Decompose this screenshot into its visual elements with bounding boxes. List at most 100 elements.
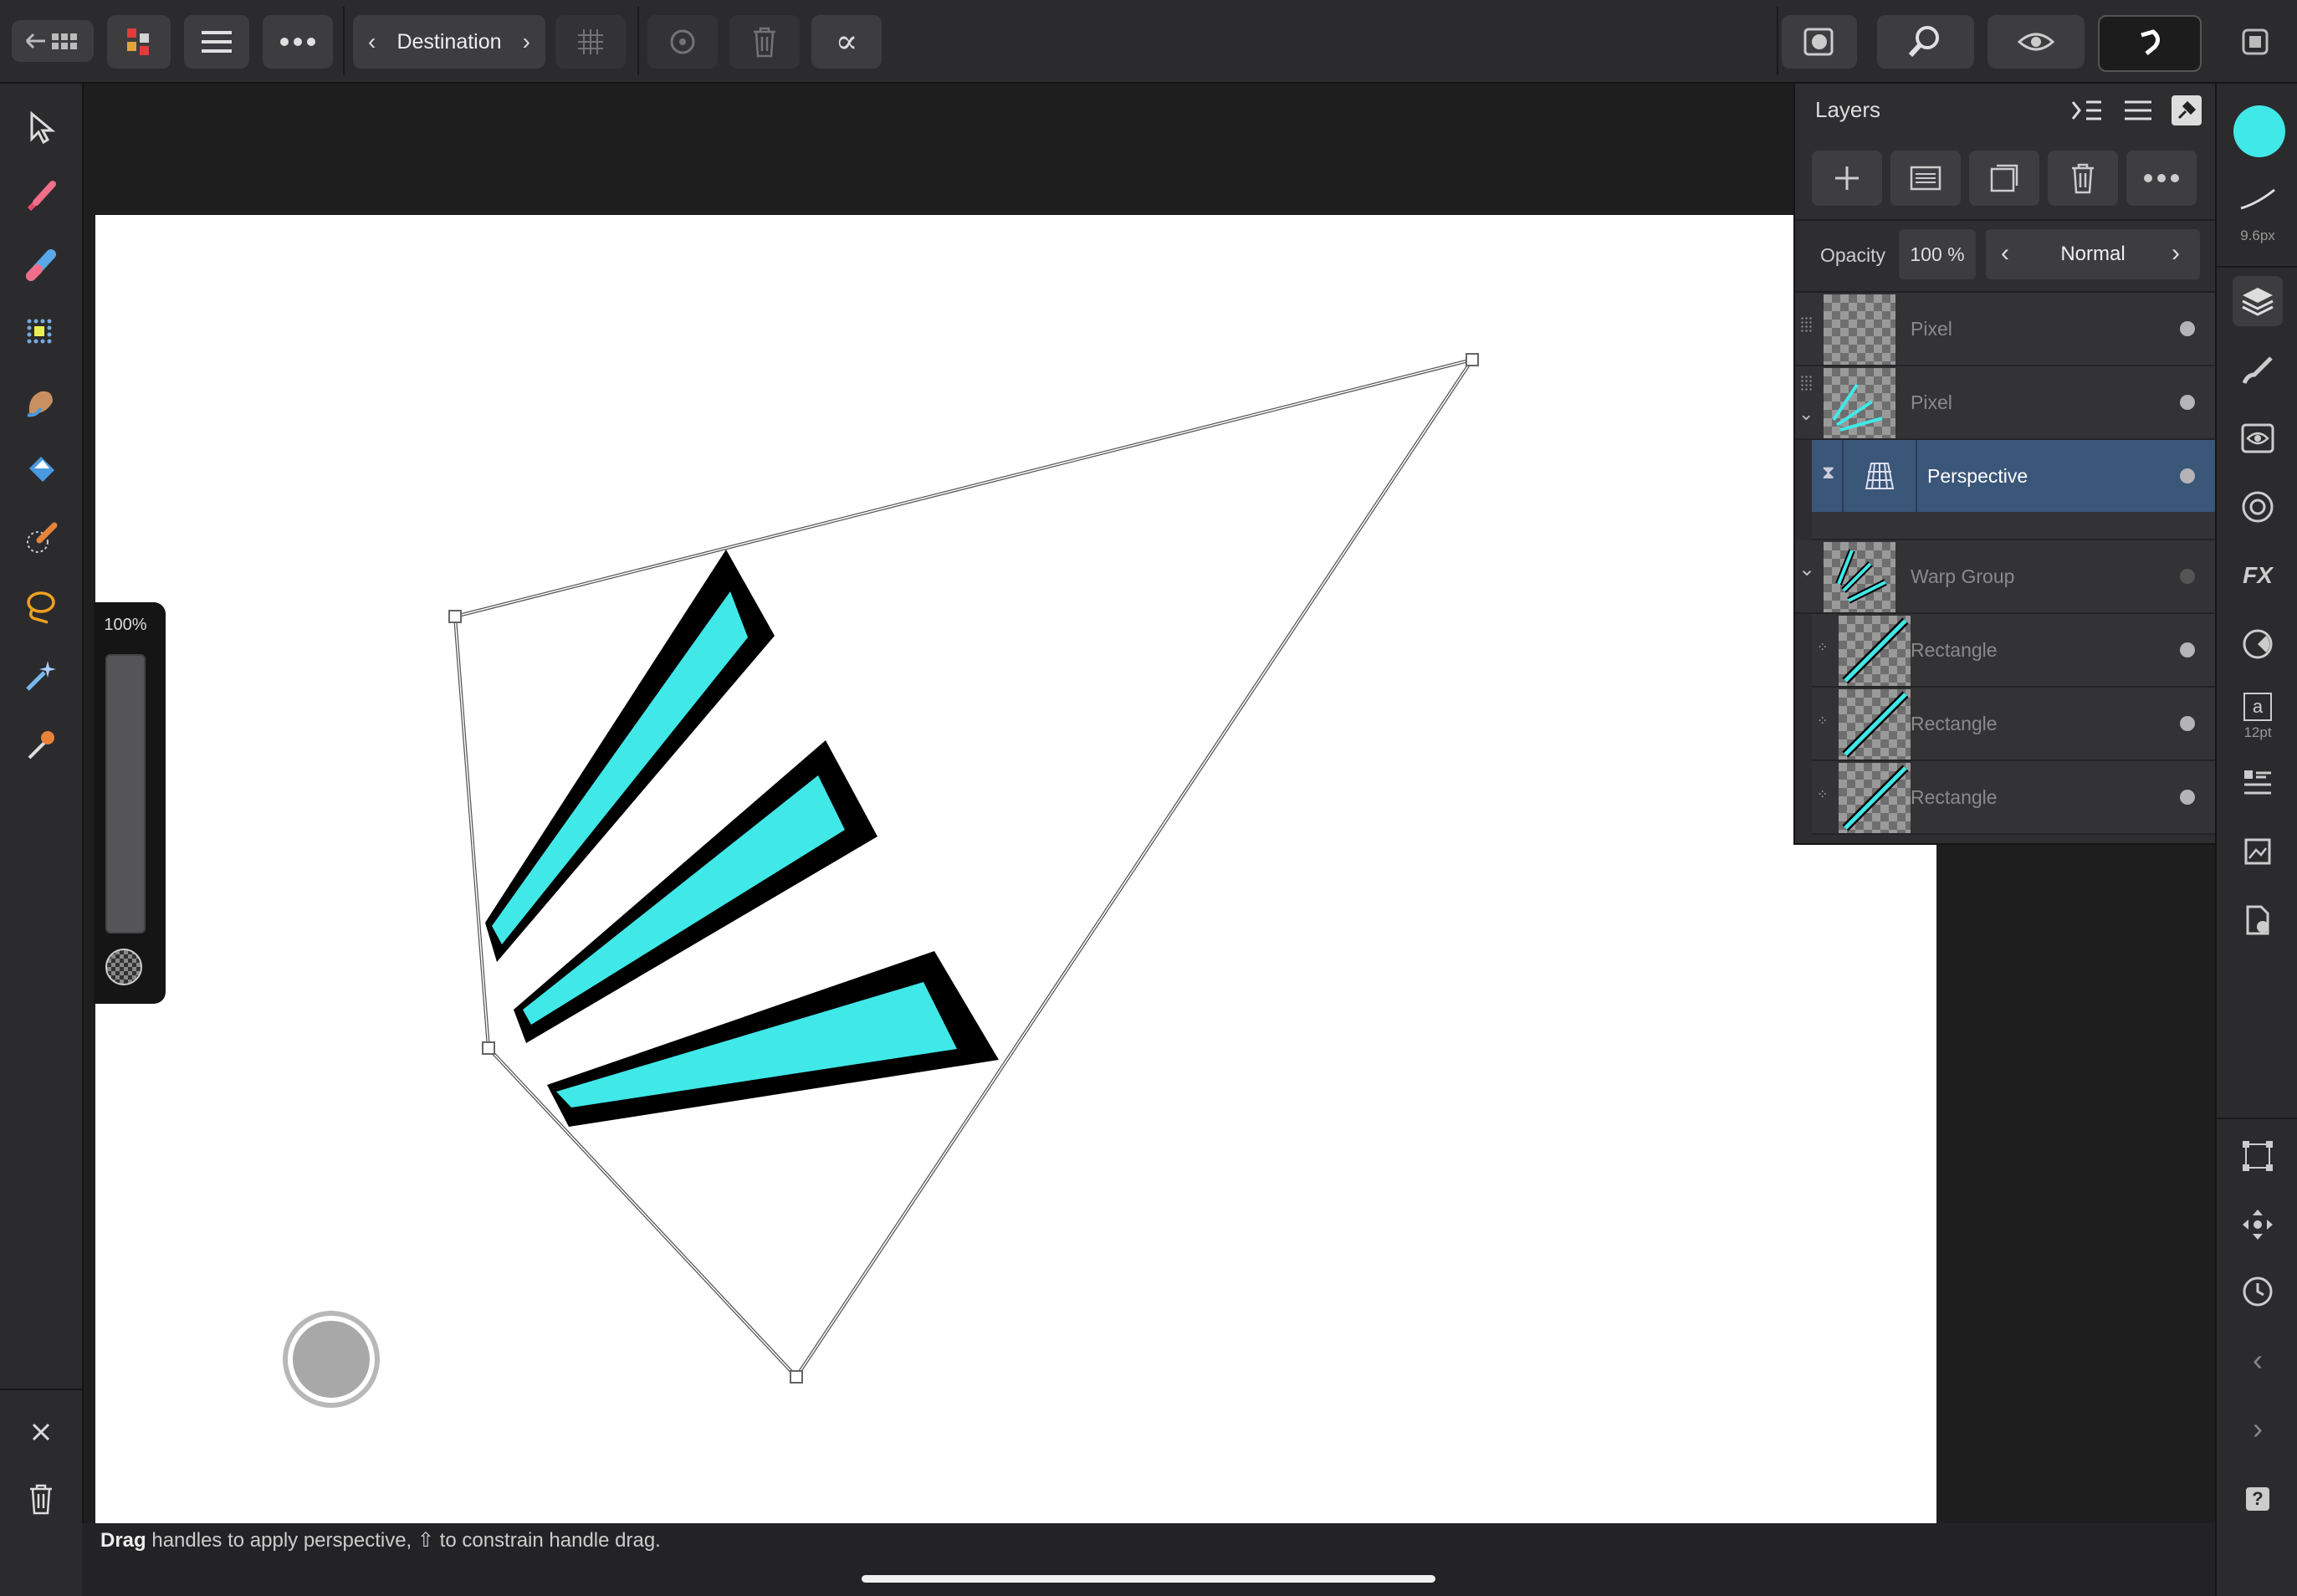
perspective-handle-bottom-left[interactable] xyxy=(482,1041,495,1055)
text-studio-button[interactable]: a 12pt xyxy=(2233,686,2283,748)
chevron-right-icon[interactable]: › xyxy=(2172,239,2180,268)
freehand-selection-tool[interactable] xyxy=(14,581,68,634)
delete-button[interactable] xyxy=(729,15,800,69)
layer-name: Perspective xyxy=(1927,465,2028,487)
pin-panel-button[interactable] xyxy=(2172,95,2202,125)
color-picker-tool[interactable] xyxy=(14,718,68,771)
perspective-handle-top-right[interactable] xyxy=(1466,353,1479,366)
close-icon xyxy=(32,1423,50,1441)
flood-fill-tool[interactable] xyxy=(14,443,68,497)
layer-row-perspective[interactable]: ⧗ Perspective xyxy=(1812,440,2217,514)
modifier-button[interactable] xyxy=(283,1311,380,1408)
strip-divider xyxy=(2217,266,2297,268)
layer-row-pixel-1[interactable]: Pixel xyxy=(1795,293,2217,366)
add-adjustment-button[interactable] xyxy=(1890,151,1961,206)
visibility-toggle[interactable] xyxy=(2180,716,2195,731)
opacity-field[interactable]: 100 % xyxy=(1899,229,1976,279)
destination-selector[interactable]: ‹ Destination › xyxy=(353,15,545,69)
ellipsis-icon xyxy=(2144,174,2179,182)
back-to-gallery-button[interactable] xyxy=(12,20,94,62)
help-icon-label: ? xyxy=(2252,1488,2264,1509)
zoom-slider[interactable]: 100% xyxy=(94,602,166,1004)
magnet-icon xyxy=(2141,29,2160,55)
menu-button[interactable] xyxy=(184,15,249,69)
selection-wand-tool[interactable] xyxy=(14,649,68,703)
brushes-studio-button[interactable] xyxy=(2233,345,2283,395)
history-clock-button[interactable] xyxy=(2233,1266,2283,1317)
document-settings-button[interactable] xyxy=(2233,895,2283,945)
layer-more-button[interactable] xyxy=(2126,151,2197,206)
visibility-toggle[interactable] xyxy=(2180,395,2195,410)
move-studio-button[interactable] xyxy=(2233,1200,2283,1250)
snapping-button[interactable] xyxy=(2098,15,2202,72)
brush-size-label: 9.6px xyxy=(2240,228,2275,243)
transform-studio-button[interactable] xyxy=(2233,1131,2283,1181)
view-mode-button[interactable] xyxy=(1987,15,2085,69)
visibility-toggle[interactable] xyxy=(2180,569,2195,584)
visibility-toggle[interactable] xyxy=(2180,321,2195,336)
mesh-grid-button[interactable] xyxy=(555,15,626,69)
top-toolbar: ‹ Destination › ∝ xyxy=(0,0,2297,84)
selection-brush-tool[interactable] xyxy=(14,512,68,565)
chevron-left-icon[interactable]: ‹ xyxy=(368,28,376,55)
layer-name: Pixel xyxy=(1911,391,1952,413)
layers-studio-button[interactable] xyxy=(2233,276,2283,326)
adjustments-studio-button[interactable] xyxy=(2233,413,2283,463)
layer-row-warp-group[interactable]: ⌄ Warp Group xyxy=(1795,540,2217,614)
help-button[interactable]: ? xyxy=(2233,1474,2283,1524)
eraser-icon xyxy=(26,249,56,281)
collapse-right-button[interactable]: › xyxy=(2233,1404,2283,1454)
alpha-button[interactable]: ∝ xyxy=(811,15,882,69)
studio-strip: 9.6px FX a 12pt ‹ › ? xyxy=(2215,84,2297,1596)
chevron-down-icon[interactable]: ⌄ xyxy=(1798,403,1814,425)
history-studio-button[interactable] xyxy=(2233,826,2283,877)
brush-stroke-preview[interactable] xyxy=(2233,174,2283,224)
duplicate-layer-button[interactable] xyxy=(1969,151,2039,206)
strip-divider xyxy=(2217,1118,2297,1119)
transform-box-icon xyxy=(2243,1141,2273,1171)
paint-brush-tool[interactable] xyxy=(14,169,68,223)
chevron-down-icon[interactable]: ⌄ xyxy=(1798,557,1815,581)
layer-row-rectangle-3[interactable]: ⁘ Rectangle xyxy=(1812,761,2217,835)
fx-studio-button[interactable]: FX xyxy=(2233,550,2283,601)
transparency-icon[interactable] xyxy=(105,949,142,985)
move-tool[interactable] xyxy=(14,100,68,154)
delete-layer-button[interactable] xyxy=(2048,151,2118,206)
smudge-tool[interactable] xyxy=(14,375,68,428)
close-button[interactable] xyxy=(14,1405,68,1459)
blend-mode-selector[interactable]: ‹ Normal › xyxy=(1986,229,2200,279)
visibility-toggle[interactable] xyxy=(2180,790,2195,805)
add-layer-button[interactable] xyxy=(1812,151,1882,206)
discard-button[interactable] xyxy=(14,1472,68,1526)
document-canvas[interactable] xyxy=(95,215,1936,1523)
styles-studio-button[interactable] xyxy=(2233,758,2283,808)
layer-row-rectangle-2[interactable]: ⁘ Rectangle xyxy=(1812,688,2217,761)
erase-brush-tool[interactable] xyxy=(14,238,68,291)
quick-mask-icon xyxy=(1803,28,1834,56)
color-swatch[interactable] xyxy=(2233,105,2285,157)
collapse-left-button[interactable]: ‹ xyxy=(2233,1335,2283,1385)
layer-options-button[interactable] xyxy=(2123,97,2153,128)
zoom-view-button[interactable] xyxy=(1877,15,1974,69)
back-grid-icon xyxy=(25,33,77,49)
zoom-slider-track[interactable] xyxy=(105,654,146,934)
collapse-panel-button[interactable] xyxy=(2071,97,2105,128)
more-button[interactable] xyxy=(263,15,333,69)
layer-row-rectangle-1[interactable]: ⁘ Rectangle xyxy=(1812,614,2217,688)
layer-row-pixel-2[interactable]: ⌄ Pixel xyxy=(1795,366,2217,440)
color-studio-button[interactable] xyxy=(2233,619,2283,669)
persona-button[interactable] xyxy=(107,15,171,69)
perspective-handle-bottom-right[interactable] xyxy=(790,1370,803,1384)
navigator-studio-button[interactable] xyxy=(2233,482,2283,532)
chevron-right-icon[interactable]: › xyxy=(523,28,530,55)
reset-button[interactable] xyxy=(647,15,718,69)
fullscreen-button[interactable] xyxy=(2238,25,2272,59)
visibility-toggle[interactable] xyxy=(2180,642,2195,657)
visibility-toggle[interactable] xyxy=(2180,468,2195,483)
pixel-tool[interactable] xyxy=(14,306,68,360)
layer-thumbnail xyxy=(1839,763,1911,833)
perspective-handle-top-left[interactable] xyxy=(448,610,462,623)
photo-persona-icon xyxy=(127,28,149,55)
layer-name: Rectangle xyxy=(1911,786,1998,808)
quick-mask-button[interactable] xyxy=(1782,15,1857,69)
